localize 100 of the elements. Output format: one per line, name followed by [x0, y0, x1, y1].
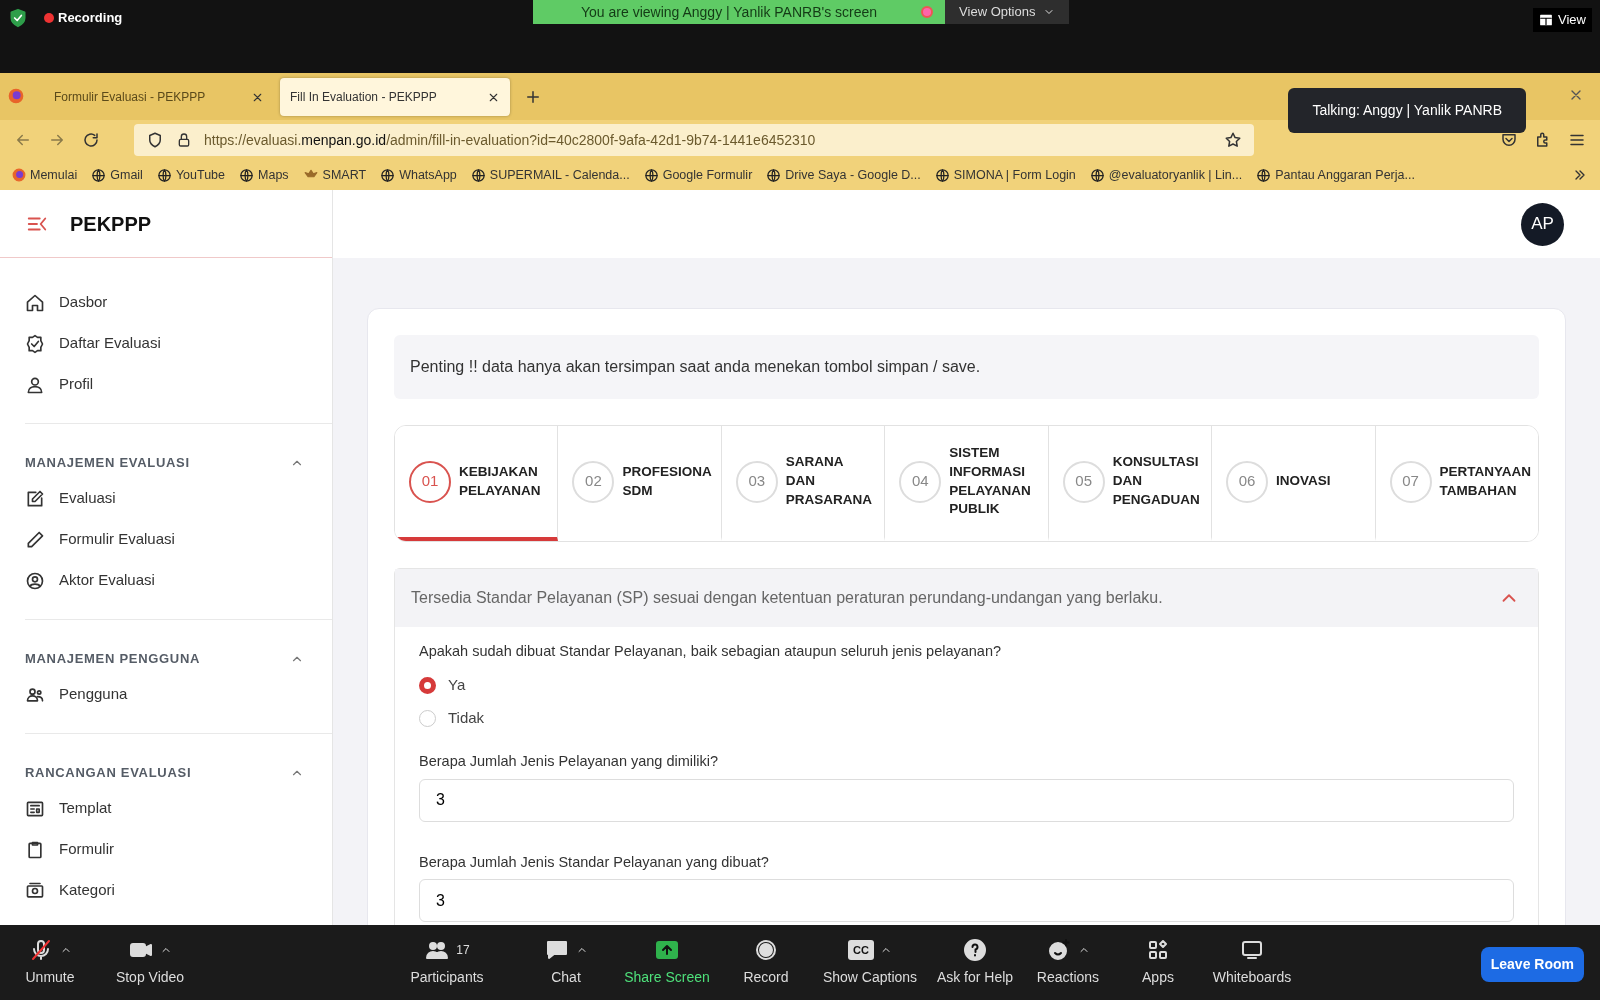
- bookmark[interactable]: YouTube: [156, 165, 226, 185]
- whiteboard-icon: [1239, 938, 1265, 962]
- pocket-icon[interactable]: [1500, 131, 1518, 149]
- accordion-header[interactable]: Tersedia Standar Pelayanan (SP) sesuai dengan ketentuan peraturan perundang-undangan yang berlaku.: [395, 569, 1538, 627]
- leave-button[interactable]: Leave Room: [1480, 947, 1584, 982]
- step-label: PROFESIONA SDM: [622, 462, 712, 500]
- step-number: 01: [409, 460, 451, 503]
- bookmark[interactable]: SUPERMAIL - Calenda...: [470, 165, 630, 185]
- reload-icon[interactable]: [82, 131, 100, 149]
- toolbar-button[interactable]: Stop Video: [100, 937, 200, 988]
- globe-icon: [766, 167, 782, 183]
- sidebar-item[interactable]: Profil: [0, 364, 332, 405]
- question-label: Berapa Jumlah Jenis Standar Pelayanan yang dibuat?: [419, 852, 770, 872]
- url-text: https://evaluasi.menpan.go.id/admin/fill-in-evaluation?id=40c2800f-9afa-42d1-9b74-1441e6452310: [204, 130, 817, 150]
- step-label: SISTEM INFORMASI PELAYANAN PUBLIK: [949, 443, 1031, 519]
- badge-check-icon: [25, 333, 45, 354]
- bookmark[interactable]: SIMONA | Form Login: [934, 165, 1076, 185]
- sidebar-item[interactable]: Formulir: [25, 829, 332, 870]
- globe-icon: [643, 167, 659, 183]
- sidebar-item[interactable]: Kategori: [25, 870, 332, 911]
- home-icon: [25, 292, 45, 313]
- notice-text: Penting !! data hanya akan tersimpan saat anda menekan tombol simpan / save.: [394, 335, 1539, 399]
- share-screen-icon: [654, 938, 680, 962]
- radio-button[interactable]: [419, 709, 436, 727]
- number-field[interactable]: 3: [419, 778, 1514, 822]
- bookmark[interactable]: WhatsApp: [380, 165, 457, 185]
- sidebar-item[interactable]: Aktor Evaluasi: [25, 560, 332, 601]
- globe-icon: [470, 167, 486, 183]
- step-number: 05: [1062, 460, 1105, 503]
- avatar[interactable]: AP: [1521, 202, 1564, 246]
- lock-icon: [176, 132, 192, 148]
- view-button[interactable]: View: [1533, 8, 1592, 32]
- chat-icon: [544, 938, 570, 962]
- browser-logo-icon: [8, 88, 24, 104]
- step-number: 04: [899, 460, 942, 503]
- pencil-icon: [25, 529, 45, 550]
- toolbar-button[interactable]: Unmute: [0, 937, 100, 988]
- sidebar-item[interactable]: Evaluasi: [25, 478, 332, 519]
- browser-tab[interactable]: Fill In Evaluation - PEKPPP: [280, 78, 510, 116]
- radio-button[interactable]: [419, 676, 436, 694]
- edit-icon: [25, 488, 45, 509]
- globe-icon: [239, 167, 255, 183]
- shield-icon: [8, 8, 28, 28]
- toolbar-button[interactable]: Chat: [516, 937, 616, 988]
- view-options-button[interactable]: View Options: [945, 0, 1070, 24]
- step-number: 06: [1226, 460, 1269, 503]
- address-bar[interactable]: https://evaluasi.menpan.go.id/admin/fill-in-evaluation?id=40c2800f-9afa-42d1-9b74-1441e6452310: [134, 124, 1254, 156]
- star-icon[interactable]: [1224, 131, 1242, 149]
- recording-dot: [44, 13, 54, 23]
- bookmark[interactable]: Memulai: [12, 165, 78, 185]
- step-label: SARANA DAN PRASARANA: [785, 453, 873, 509]
- bookmark[interactable]: Pantau Anggaran Perja...: [1256, 165, 1415, 185]
- bookmark[interactable]: Drive Saya - Google D...: [766, 165, 921, 185]
- bookmark[interactable]: @evaluatoryanlik | Lin...: [1089, 165, 1243, 185]
- viewing-banner-text: You are viewing Anggy | Yanlik PANRB's screen: [581, 2, 878, 22]
- toolbar-button[interactable]: Share Screen: [617, 937, 717, 988]
- toolbar-button[interactable]: 17 Participants: [397, 937, 497, 988]
- bookmark[interactable]: Gmail: [91, 165, 143, 185]
- globe-icon: [156, 167, 172, 183]
- globe-icon: [1089, 167, 1105, 183]
- step-label: KONSULTASI DAN PENGADUAN: [1112, 453, 1200, 509]
- toolbar-button[interactable]: CC Show Captions: [820, 937, 920, 988]
- emoji-icon: [1046, 938, 1072, 962]
- status-icon: [921, 6, 934, 18]
- sidebar-item[interactable]: Daftar Evaluasi: [0, 323, 332, 364]
- new-tab-icon[interactable]: [524, 88, 542, 106]
- shield-icon: [146, 131, 164, 149]
- bookmark[interactable]: Google Formulir: [643, 165, 753, 185]
- captions-icon: CC: [848, 939, 874, 961]
- clipboard-icon: [25, 839, 45, 860]
- sidebar-item[interactable]: Pengguna: [25, 674, 332, 715]
- toolbar-button[interactable]: Record: [716, 937, 816, 988]
- user-circle-icon: [25, 570, 45, 591]
- step-label: PERTANYAAN TAMBAHAN: [1439, 462, 1532, 500]
- card-icon: [25, 880, 45, 901]
- globe-icon: [380, 167, 396, 183]
- bookmark[interactable]: SMART: [302, 165, 367, 185]
- bookmark[interactable]: Maps: [239, 165, 289, 185]
- browser-logo-icon: [12, 168, 26, 182]
- globe-icon: [1256, 167, 1272, 183]
- section-title: RANCANGAN EVALUASI: [25, 764, 192, 783]
- step-label: INOVASI: [1276, 472, 1331, 491]
- browser-tab[interactable]: Formulir Evaluasi - PEKPPP: [44, 78, 274, 116]
- sidebar-item[interactable]: Dasbor: [0, 282, 332, 323]
- help-icon: [962, 938, 988, 962]
- step-tab[interactable]: 01 KEBIJAKAN PELAYANAN: [395, 426, 559, 541]
- step-number: 03: [735, 460, 778, 503]
- globe-icon: [91, 167, 107, 183]
- question-label: Berapa Jumlah Jenis Pelayanan yang dimiliki?: [419, 751, 720, 771]
- sidebar-item[interactable]: Formulir Evaluasi: [25, 519, 332, 560]
- section-title: MANAJEMEN PENGGUNA: [25, 650, 201, 669]
- number-field[interactable]: 3: [419, 879, 1514, 923]
- section-title: MANAJEMEN EVALUASI: [25, 454, 190, 473]
- talking-toast: Talking: Anggy | Yanlik PANRB: [1288, 88, 1526, 133]
- globe-icon: [934, 167, 950, 183]
- brand-title: PEKPPP: [70, 211, 152, 237]
- question-label: Apakah sudah dibuat Standar Pelayanan, baik sebagian ataupun seluruh jenis pelayanan?: [419, 642, 1003, 661]
- sidebar-item[interactable]: Templat: [25, 788, 332, 829]
- recording-label: Recording: [58, 9, 123, 28]
- radio-label: Ya: [448, 675, 466, 695]
